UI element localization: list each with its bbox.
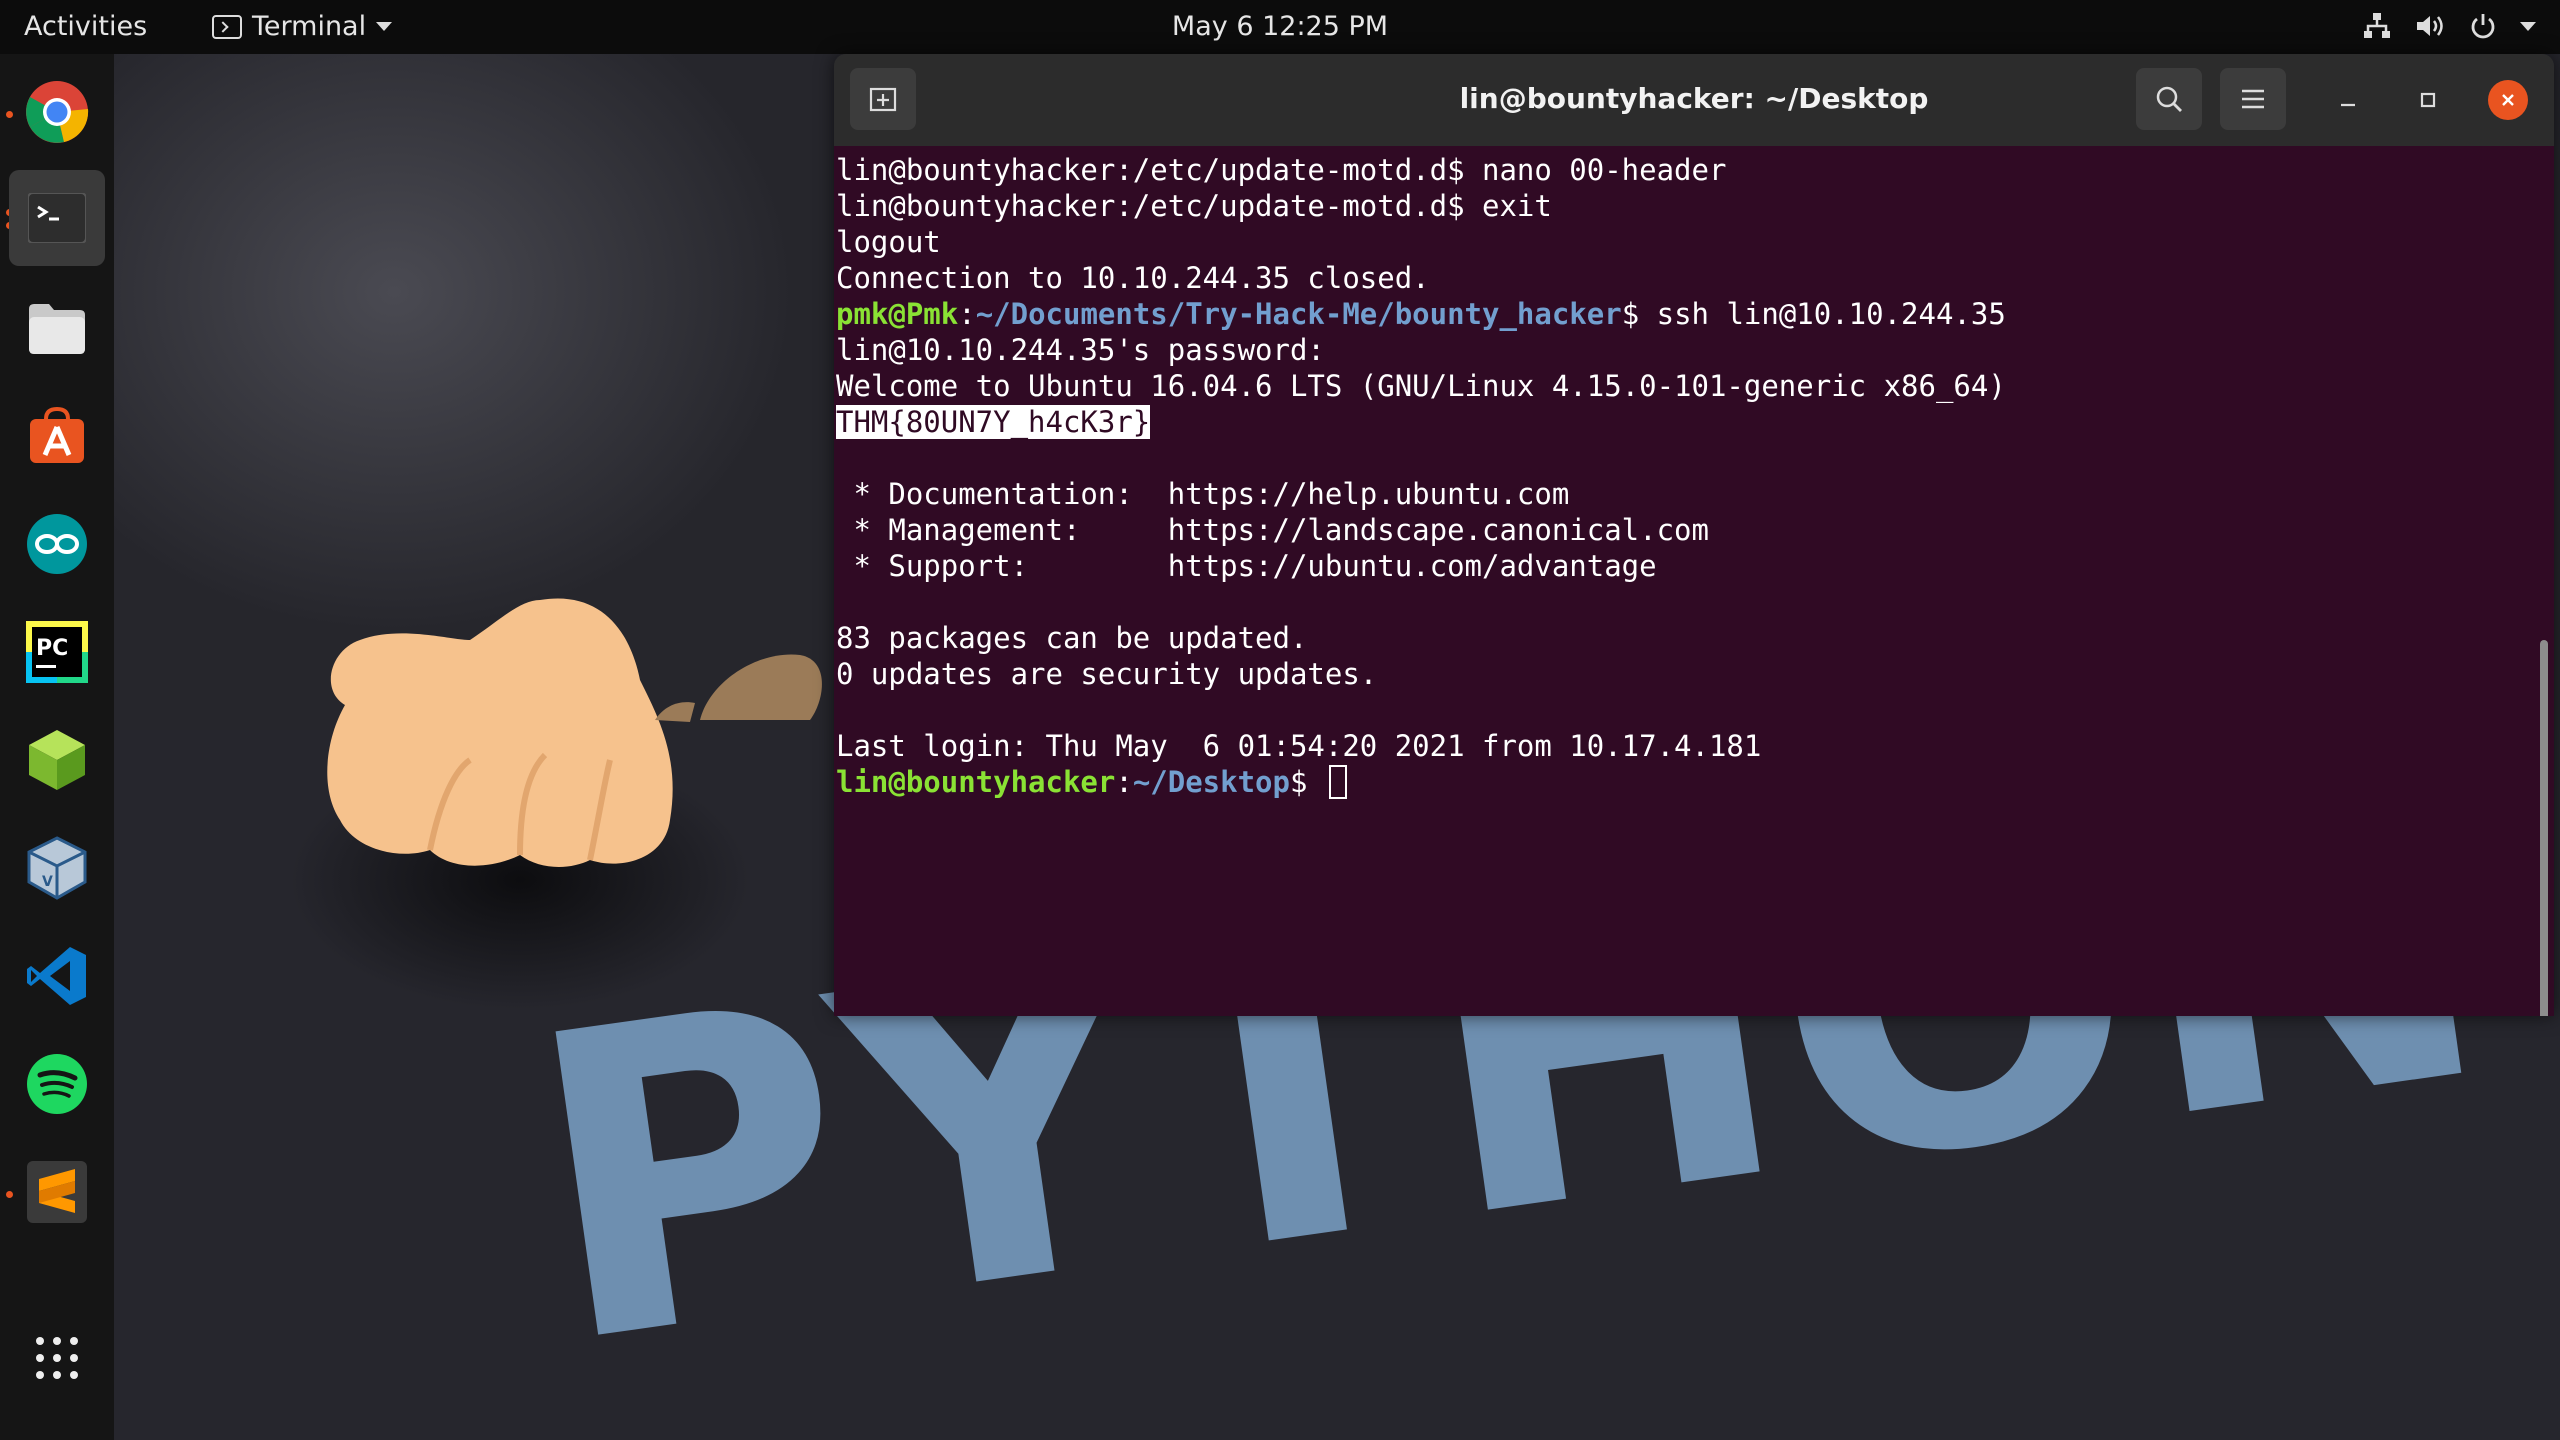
- prompt-symbol: $: [1289, 765, 1325, 799]
- clock[interactable]: May 6 12:25 PM: [1172, 11, 1388, 42]
- prompt-command: $ ssh lin@10.10.244.35: [1621, 297, 2006, 331]
- dock-item-virtualbox[interactable]: V: [9, 820, 105, 916]
- terminal-line: 0 updates are security updates.: [836, 657, 1378, 691]
- dock-item-chrome[interactable]: [9, 64, 105, 160]
- terminal-line: logout: [836, 225, 941, 259]
- files-icon: [29, 304, 85, 354]
- terminal-prompt-line[interactable]: lin@bountyhacker:~/Desktop$: [834, 764, 2554, 800]
- dock-item-sublime-text[interactable]: [9, 1144, 105, 1240]
- terminal-line: * Management: https://landscape.canonica…: [836, 513, 1709, 547]
- terminal-line: Last login: Thu May 6 01:54:20 2021 from…: [836, 729, 1762, 763]
- dock-item-cube-app[interactable]: [9, 712, 105, 808]
- selected-flag-text[interactable]: THM{80UN7Y_h4cK3r}: [836, 405, 1151, 439]
- text-cursor: [1328, 765, 1347, 799]
- dock-item-terminal[interactable]: [9, 170, 105, 266]
- prompt-separator: :: [958, 297, 976, 331]
- terminal-line: Welcome to Ubuntu 16.04.6 LTS (GNU/Linux…: [836, 369, 2006, 403]
- scrollbar[interactable]: [2540, 640, 2548, 1016]
- network-icon[interactable]: [2362, 11, 2392, 41]
- terminal-line: THM{80UN7Y_h4cK3r}: [834, 404, 2554, 440]
- sublime-text-icon: [27, 1161, 87, 1223]
- virtualbox-icon: V: [27, 836, 87, 900]
- prompt-user: pmk@Pmk: [836, 297, 959, 331]
- maximize-icon: [2420, 92, 2436, 108]
- close-button[interactable]: [2488, 80, 2528, 120]
- terminal-icon: [28, 193, 86, 243]
- top-bar: Activities Terminal May 6 12:25 PM: [0, 0, 2560, 54]
- minimize-icon: [2341, 103, 2355, 107]
- dock-item-files[interactable]: [9, 280, 105, 376]
- chevron-down-icon[interactable]: [2520, 21, 2536, 31]
- hamburger-menu-icon: [2242, 89, 2264, 109]
- new-tab-button[interactable]: [850, 68, 916, 130]
- activities-button[interactable]: Activities: [24, 11, 147, 42]
- vscode-icon: [27, 947, 86, 1005]
- terminal-app-icon: [212, 14, 242, 39]
- new-tab-icon: [869, 87, 897, 112]
- show-applications-button[interactable]: [9, 1310, 105, 1406]
- close-icon: [2502, 94, 2514, 106]
- menu-button[interactable]: [2220, 68, 2286, 130]
- window-title: lin@bountyhacker: ~/Desktop: [1459, 82, 1929, 115]
- spotify-icon: [27, 1054, 87, 1114]
- terminal-output[interactable]: lin@bountyhacker:/etc/update-motd.d$ nan…: [834, 146, 2554, 1016]
- prompt-path: ~/Desktop: [1132, 765, 1290, 799]
- search-button[interactable]: [2136, 68, 2202, 130]
- minimize-button[interactable]: [2328, 80, 2368, 120]
- chevron-down-icon: [376, 22, 393, 31]
- volume-icon[interactable]: [2414, 11, 2446, 41]
- grid-icon: [36, 1337, 78, 1379]
- dock-item-pycharm[interactable]: PC: [9, 604, 105, 700]
- dock-item-vscode[interactable]: [9, 928, 105, 1024]
- dock-item-ubuntu-software[interactable]: [9, 388, 105, 484]
- ubuntu-software-icon: [30, 406, 84, 463]
- app-menu-label: Terminal: [252, 11, 367, 42]
- arduino-icon: [27, 514, 87, 574]
- dock-item-arduino[interactable]: [9, 496, 105, 592]
- maximize-button[interactable]: [2408, 80, 2448, 120]
- cube-icon: [29, 730, 85, 790]
- terminal-line: lin@10.10.244.35's password:: [836, 333, 1325, 367]
- dock: PC V: [0, 54, 114, 1440]
- chrome-icon: [26, 81, 89, 143]
- prompt-separator: :: [1115, 765, 1133, 799]
- terminal-line: lin@bountyhacker:/etc/update-motd.d$ exi…: [836, 189, 1552, 223]
- power-icon[interactable]: [2468, 11, 2498, 41]
- svg-text:V: V: [42, 874, 53, 890]
- terminal-window[interactable]: lin@bountyhacker: ~/Desktop lin@bountyha…: [834, 54, 2554, 1016]
- prompt-user: lin@bountyhacker: [836, 765, 1116, 799]
- search-icon: [2156, 86, 2182, 112]
- window-titlebar[interactable]: lin@bountyhacker: ~/Desktop: [834, 54, 2554, 147]
- pycharm-icon: PC: [26, 621, 88, 683]
- terminal-line: pmk@Pmk:~/Documents/Try-Hack-Me/bounty_h…: [834, 296, 2554, 332]
- dock-item-spotify[interactable]: [9, 1036, 105, 1132]
- app-menu[interactable]: Terminal: [212, 11, 393, 42]
- terminal-line: 83 packages can be updated.: [836, 621, 1308, 655]
- terminal-line: lin@bountyhacker:/etc/update-motd.d$ nan…: [836, 153, 1727, 187]
- prompt-path: ~/Documents/Try-Hack-Me/bounty_hacker: [975, 297, 1622, 331]
- terminal-line: Connection to 10.10.244.35 closed.: [836, 261, 1430, 295]
- svg-text:PC: PC: [36, 636, 68, 661]
- terminal-line: * Documentation: https://help.ubuntu.com: [836, 477, 1570, 511]
- system-tray[interactable]: [2362, 11, 2536, 41]
- terminal-line: * Support: https://ubuntu.com/advantage: [836, 549, 1657, 583]
